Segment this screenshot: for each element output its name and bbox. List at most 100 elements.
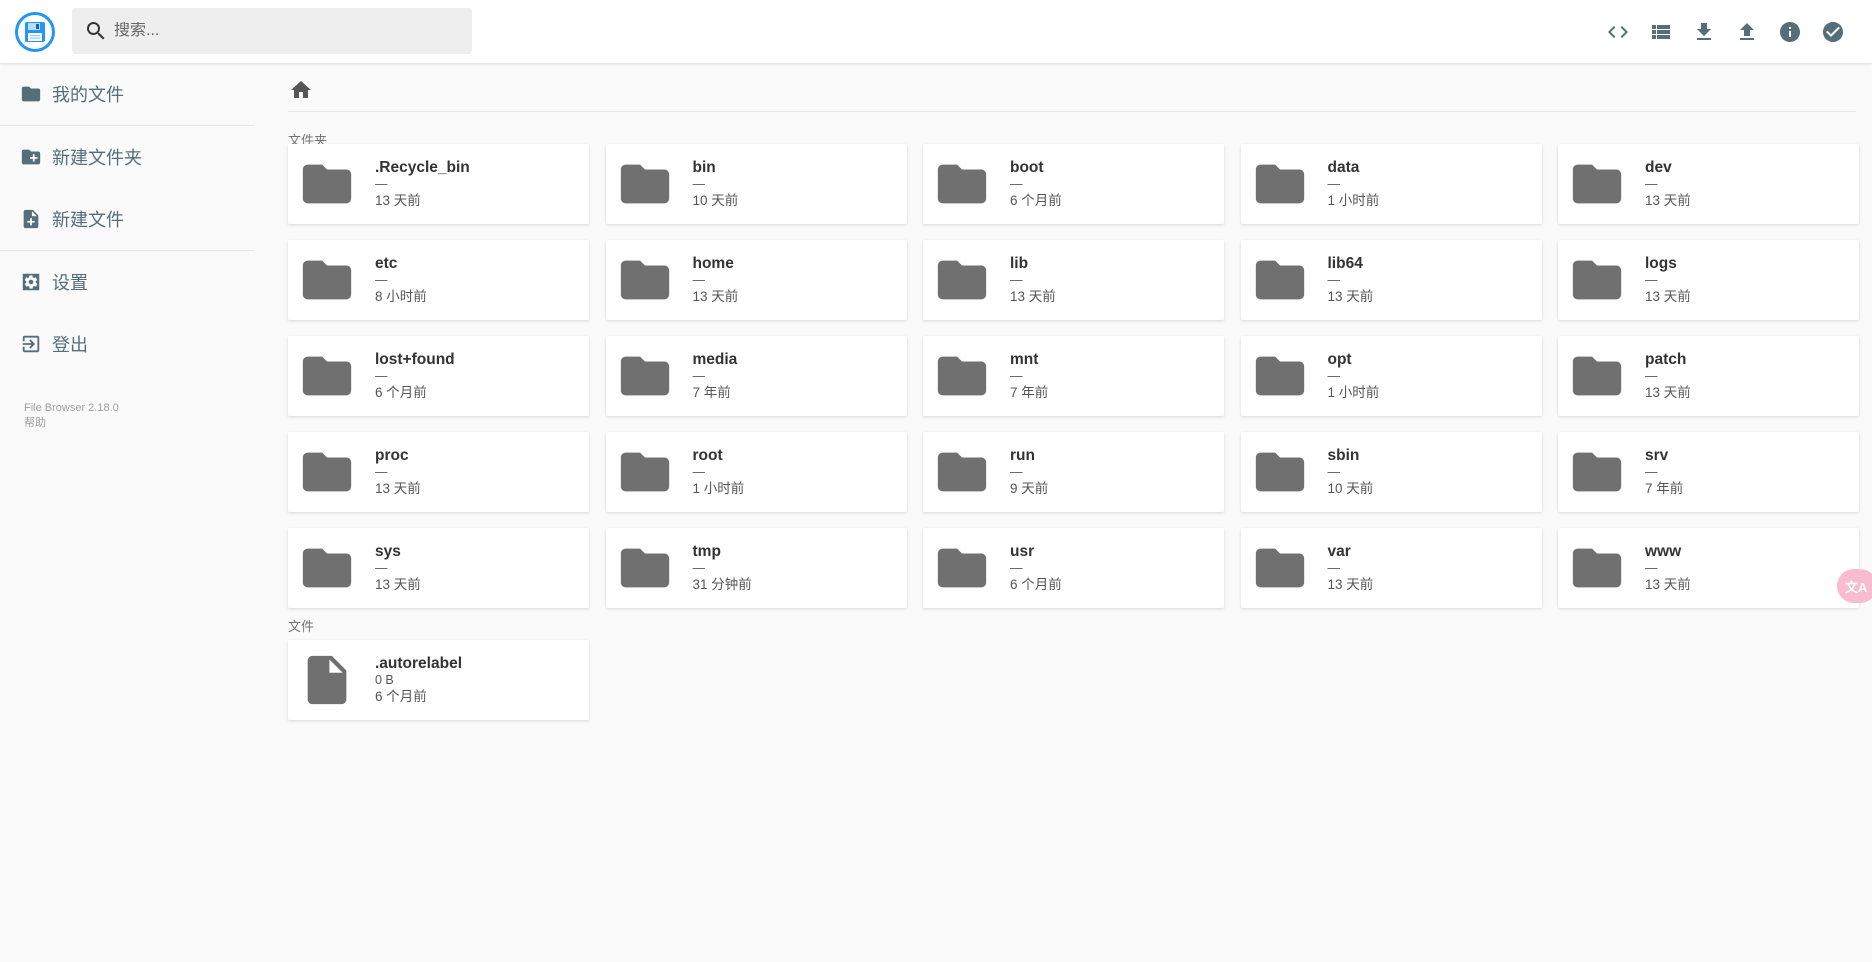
item-modified-time: 6 个月前: [1010, 576, 1062, 592]
folder-item[interactable]: tmp —31 分钟前: [605, 528, 907, 608]
select-multiple-button[interactable]: [1811, 13, 1854, 51]
help-link[interactable]: 帮助: [24, 416, 255, 431]
folder-item[interactable]: home —13 天前: [605, 240, 907, 320]
search-bar[interactable]: [72, 8, 472, 54]
folder-item[interactable]: usr —6 个月前: [923, 528, 1224, 608]
item-meta: etc —8 小时前: [375, 255, 427, 306]
item-modified-time: 13 天前: [1645, 576, 1691, 592]
folder-item[interactable]: sys —13 天前: [288, 528, 589, 608]
item-size: —: [692, 464, 706, 479]
file-item[interactable]: .autorelabel 0 B6 个月前: [288, 640, 589, 720]
item-size: —: [1010, 560, 1023, 575]
folder-icon: [937, 164, 987, 204]
item-modified-time: 1 小时前: [1327, 192, 1380, 208]
search-input[interactable]: [114, 22, 454, 40]
item-modified-time: 13 天前: [1010, 288, 1056, 304]
folder-item[interactable]: sbin —10 天前: [1240, 432, 1542, 512]
folder-item[interactable]: mnt —7 年前: [923, 336, 1224, 416]
folder-item[interactable]: lib —13 天前: [923, 240, 1224, 320]
item-modified-time: 13 天前: [1645, 384, 1691, 400]
home-icon[interactable]: [289, 78, 313, 102]
item-modified-time: 6 个月前: [375, 688, 427, 704]
item-meta: patch —13 天前: [1645, 351, 1691, 402]
sidebar-item-logout[interactable]: 登出: [0, 313, 255, 375]
item-size: —: [1010, 272, 1023, 287]
note-add-icon: [23, 209, 39, 229]
folder-item[interactable]: etc —8 小时前: [288, 240, 589, 320]
item-name: opt: [1327, 350, 1352, 368]
item-size: —: [375, 368, 388, 383]
item-modified-time: 13 天前: [1645, 192, 1691, 208]
folder-icon: [620, 356, 669, 396]
item-name: logs: [1645, 254, 1677, 272]
item-meta: data —1 小时前: [1328, 159, 1380, 210]
folder-item[interactable]: dev —13 天前: [1558, 144, 1859, 224]
toggle-code-view-button[interactable]: [1596, 13, 1639, 51]
folder-item[interactable]: patch —13 天前: [1558, 336, 1859, 416]
item-size: —: [1645, 368, 1658, 383]
info-button[interactable]: [1768, 13, 1811, 51]
folder-item[interactable]: logs —13 天前: [1558, 240, 1859, 320]
code-icon: [1607, 26, 1628, 38]
item-name: .Recycle_bin: [375, 158, 470, 176]
item-modified-time: 13 天前: [1327, 288, 1374, 304]
folder-item[interactable]: lib64—13 天前: [1240, 240, 1542, 320]
folder-item[interactable]: lost+found —6 个月前: [288, 336, 589, 416]
floppy-disk-icon: [25, 22, 45, 42]
folder-item[interactable]: bin —10 天前: [605, 144, 907, 224]
folder-item[interactable]: root —1 小时前: [605, 432, 907, 512]
item-meta: tmp —31 分钟前: [693, 543, 752, 594]
item-size: —: [1010, 368, 1023, 383]
folder-item[interactable]: run —9 天前: [923, 432, 1224, 512]
item-modified-time: 13 天前: [1645, 288, 1691, 304]
folder-icon: [1572, 260, 1622, 300]
translate-widget-button[interactable]: 文A: [1837, 569, 1872, 603]
sidebar: 我的文件 新建文件夹 新建文件 设置 登出 File Browser 2.18.…: [0, 63, 255, 431]
app-logo[interactable]: [15, 12, 55, 52]
folder-item[interactable]: .Recycle_bin —13 天前: [288, 144, 589, 224]
item-size: —: [1645, 464, 1658, 479]
sidebar-item-new-file[interactable]: 新建文件: [0, 188, 255, 250]
item-size: —: [1327, 176, 1341, 191]
item-meta: opt —1 小时前: [1328, 351, 1380, 402]
item-meta: mnt —7 年前: [1010, 351, 1048, 402]
item-modified-time: 10 天前: [1327, 480, 1374, 496]
folder-icon: [937, 452, 987, 492]
folder-item[interactable]: boot —6 个月前: [923, 144, 1224, 224]
folder-icon: [302, 548, 352, 588]
switch-view-button[interactable]: [1639, 13, 1682, 51]
item-name: media: [692, 350, 738, 368]
item-name: lib: [1010, 254, 1029, 272]
sidebar-item-my-files[interactable]: 我的文件: [0, 63, 255, 125]
folder-icon: [302, 164, 352, 204]
folder-item[interactable]: opt —1 小时前: [1240, 336, 1542, 416]
folder-item[interactable]: proc —13 天前: [288, 432, 589, 512]
settings-icon: [22, 273, 40, 291]
folder-item[interactable]: www —13 天前: [1558, 528, 1859, 608]
item-size: —: [1645, 176, 1658, 191]
item-name: patch: [1645, 350, 1687, 368]
item-meta: srv —7 年前: [1645, 447, 1683, 498]
folder-item[interactable]: media —7 年前: [605, 336, 907, 416]
folder-icon: [1572, 356, 1622, 396]
sidebar-item-new-folder[interactable]: 新建文件夹: [0, 126, 255, 188]
item-name: mnt: [1010, 350, 1039, 368]
item-size: —: [692, 368, 706, 383]
item-name: tmp: [692, 542, 721, 560]
item-modified-time: 13 天前: [375, 480, 421, 496]
folder-item[interactable]: srv —7 年前: [1558, 432, 1859, 512]
item-name: sys: [375, 542, 401, 560]
item-modified-time: 7 年前: [1010, 384, 1049, 400]
item-name: proc: [375, 446, 409, 464]
item-modified-time: 13 天前: [692, 288, 739, 304]
item-modified-time: 1 小时前: [692, 480, 745, 496]
sidebar-item-settings[interactable]: 设置: [0, 251, 255, 313]
download-button[interactable]: [1682, 13, 1725, 51]
view-list-icon: [1651, 25, 1670, 39]
item-name: etc: [375, 254, 398, 272]
folder-item[interactable]: data —1 小时前: [1240, 144, 1542, 224]
item-size: —: [375, 176, 388, 191]
top-bar: [0, 0, 1872, 63]
upload-button[interactable]: [1725, 13, 1768, 51]
folder-item[interactable]: var —13 天前: [1240, 528, 1542, 608]
